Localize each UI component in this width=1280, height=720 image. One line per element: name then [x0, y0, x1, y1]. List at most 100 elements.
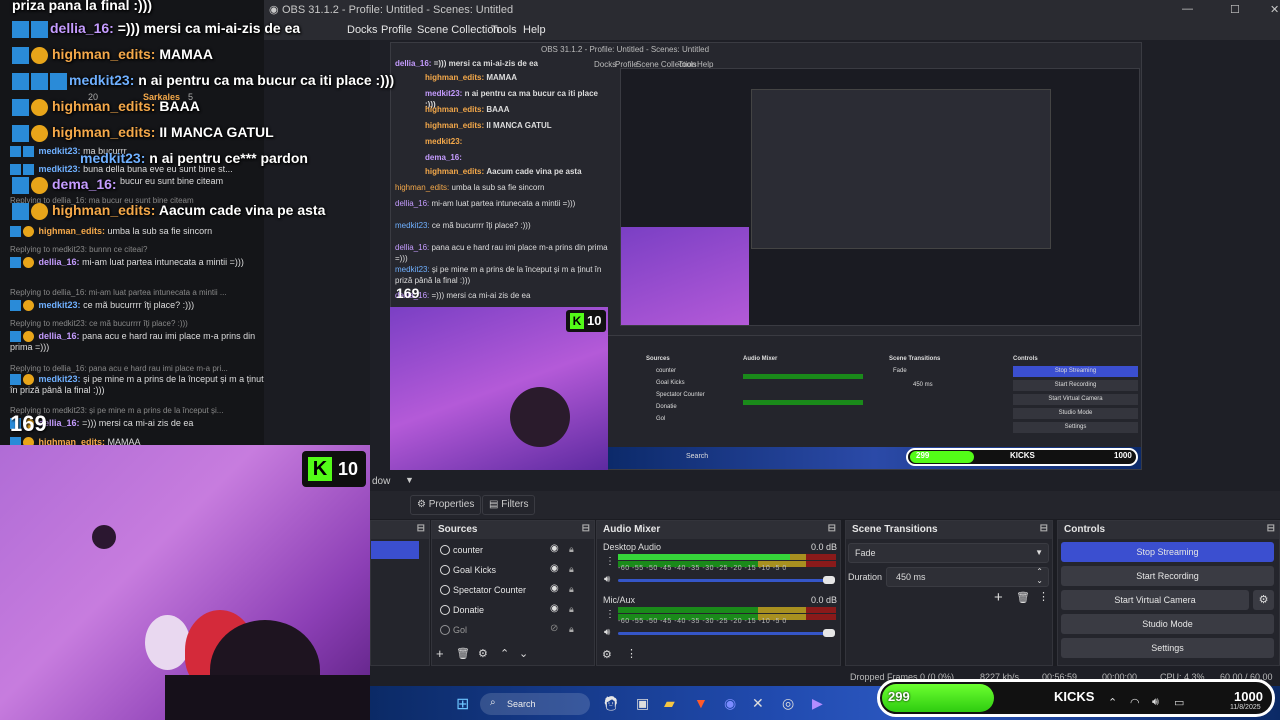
dock-menu-icon[interactable]: ⊟ — [828, 523, 836, 534]
slider-knob[interactable] — [823, 629, 835, 637]
nested-chat: priza pana la final :))) dellia_16: =)))… — [395, 58, 610, 308]
start-virtual-camera-button[interactable]: Start Virtual Camera — [1061, 590, 1249, 610]
source-item-donatie[interactable]: Donatie — [453, 605, 484, 615]
nested-meter — [743, 400, 863, 405]
nested-source: Spectator Counter — [656, 392, 705, 398]
add-transition-icon[interactable]: + — [994, 589, 1003, 606]
add-source-icon[interactable]: + — [436, 646, 444, 661]
eye-icon[interactable]: ◉ — [550, 583, 559, 594]
battery-icon[interactable]: ▭ — [1174, 696, 1184, 709]
stop-streaming-button[interactable]: Stop Streaming — [1061, 542, 1274, 562]
menu-help[interactable]: Help — [523, 24, 546, 36]
capcut-icon[interactable]: ✕ — [752, 695, 764, 712]
kebab-menu-icon[interactable]: ⋮ — [605, 609, 615, 620]
chat-panel[interactable]: medkit23: ma bucurrr medkit23: buna dell… — [0, 0, 264, 445]
chevron-up-icon[interactable]: ⌃ — [1108, 696, 1117, 709]
dropdown-arrow-icon[interactable]: ▼ — [405, 475, 414, 485]
filters-button[interactable]: ▤ Filters — [482, 495, 536, 515]
menu-tools[interactable]: Tools — [491, 24, 517, 36]
desktop-audio-meter — [618, 554, 836, 560]
close-icon[interactable]: ✕ — [1270, 3, 1279, 16]
dock-menu-icon[interactable]: ⊟ — [1040, 523, 1048, 534]
start-recording-button[interactable]: Start Recording — [1061, 566, 1274, 586]
volume-icon[interactable]: 🔊︎ — [1152, 696, 1159, 709]
dock-menu-icon[interactable]: ⊟ — [582, 523, 590, 534]
slider-knob[interactable] — [823, 576, 835, 584]
eye-icon[interactable]: ◉ — [550, 543, 559, 554]
nested-chat-line: dellia_16: =))) mersi ca mi-ai-zis de ea — [395, 59, 538, 68]
taskbar-app-icon[interactable]: 🧑︎ — [602, 695, 620, 712]
mic-volume-slider[interactable] — [618, 632, 832, 635]
reply-line: Replying to medkit23: și pe mine m a pri… — [10, 406, 224, 415]
kebab-menu-icon[interactable]: ⋮ — [626, 647, 637, 660]
virtual-camera-settings-icon[interactable]: ⚙ — [1253, 590, 1274, 610]
maximize-icon[interactable]: ☐ — [1230, 3, 1240, 16]
reply-line: Replying to dellia_16: mi-am luat partea… — [10, 288, 227, 297]
eye-hidden-icon[interactable]: ⊘ — [550, 623, 558, 634]
nested-source: counter — [656, 368, 677, 374]
overlay-chat-line: dema_16: — [12, 176, 117, 194]
speaker-icon[interactable]: 🔊︎ — [604, 574, 610, 585]
task-view-icon[interactable]: ▣ — [636, 695, 649, 712]
lock-icon[interactable]: 🔒︎ — [569, 544, 574, 555]
speaker-icon[interactable]: 🔊︎ — [604, 627, 610, 638]
nested-source: Donatie — [656, 404, 677, 410]
menu-docks[interactable]: Docks — [347, 24, 378, 36]
menu-scene-collection[interactable]: Scene Collection — [417, 24, 500, 36]
reply-line: Replying to dellia_16: pana acu e hard r… — [10, 364, 228, 373]
eye-icon[interactable]: ◉ — [550, 563, 559, 574]
studio-mode-button[interactable]: Studio Mode — [1061, 614, 1274, 634]
dock-menu-icon[interactable]: ⊟ — [1267, 523, 1275, 534]
kicks-label: KICKS — [1054, 689, 1095, 704]
nested-start-recording: Start Recording — [1013, 380, 1138, 391]
obs-taskbar-icon[interactable]: ◎ — [782, 695, 794, 712]
windows-start-icon[interactable]: ⊞ — [456, 694, 469, 714]
source-item-spectator-counter[interactable]: Spectator Counter — [453, 585, 526, 595]
source-item-counter[interactable]: counter — [453, 545, 483, 555]
remove-transition-icon[interactable]: 🗑︎ — [1016, 591, 1030, 604]
source-type-icon — [440, 585, 450, 595]
minimize-icon[interactable]: — — [1182, 3, 1193, 15]
desktop-volume-slider[interactable] — [618, 579, 832, 582]
stepper-up-icon[interactable]: ⌃ — [1036, 567, 1043, 576]
db-scale: -60 -55 -50 -45 -40 -35 -30 -25 -20 -15 … — [618, 565, 787, 572]
properties-button[interactable]: ⚙ Properties — [410, 495, 482, 515]
overlay-chat-line: medkit23: n ai pentru ce*** pardon — [80, 150, 308, 166]
duration-label: Duration — [848, 572, 883, 582]
overlay-chat-line: highman_edits: II MANCA GATUL — [12, 124, 274, 142]
kebab-menu-icon[interactable]: ⋮ — [1038, 590, 1049, 603]
viewer-count: 169 — [10, 411, 47, 436]
lamp — [92, 525, 116, 549]
move-down-icon[interactable]: ⌄ — [519, 647, 528, 660]
source-type-icon — [440, 605, 450, 615]
transition-select[interactable]: Fade ▼ — [848, 543, 1049, 563]
lock-icon[interactable]: 🔒︎ — [569, 604, 574, 615]
discord-icon[interactable]: ◉ — [724, 695, 736, 712]
menu-profile[interactable]: Profile — [381, 24, 412, 36]
settings-button[interactable]: Settings — [1061, 638, 1274, 658]
source-item-gol[interactable]: Gol — [453, 625, 467, 635]
nested-chat-line: medkit23: — [425, 137, 463, 146]
lock-icon[interactable]: 🔒︎ — [569, 584, 574, 595]
source-properties-icon[interactable]: ⚙ — [478, 647, 488, 660]
audio-settings-icon[interactable]: ⚙ — [602, 648, 612, 661]
file-explorer-icon[interactable]: ▰ — [664, 695, 675, 712]
remove-source-icon[interactable]: 🗑︎ — [456, 647, 470, 660]
lock-icon[interactable]: 🔒︎ — [569, 564, 574, 575]
overlay-top-line: priza pana la final :))) — [12, 0, 153, 13]
move-up-icon[interactable]: ⌃ — [500, 647, 509, 660]
chevron-down-icon: ▼ — [1035, 548, 1043, 557]
lock-icon[interactable]: 🔒︎ — [569, 624, 574, 635]
source-item-goal-kicks[interactable]: Goal Kicks — [453, 565, 496, 575]
wifi-icon[interactable]: ◠ — [1130, 696, 1140, 709]
kebab-menu-icon[interactable]: ⋮ — [605, 556, 615, 567]
brave-icon[interactable]: ▼ — [694, 695, 708, 711]
dock-menu-icon[interactable]: ⊟ — [417, 523, 425, 534]
taskbar-app-icon[interactable]: ▶ — [812, 695, 823, 712]
eye-icon[interactable]: ◉ — [550, 603, 559, 614]
desktop-audio-label: Desktop Audio — [603, 542, 662, 552]
taskbar-search[interactable]: ⌕ Search — [480, 693, 590, 715]
duration-input[interactable]: 450 ms ⌃ ⌄ — [886, 567, 1049, 587]
stepper-down-icon[interactable]: ⌄ — [1036, 576, 1043, 585]
scene-item-selected[interactable] — [371, 541, 419, 559]
